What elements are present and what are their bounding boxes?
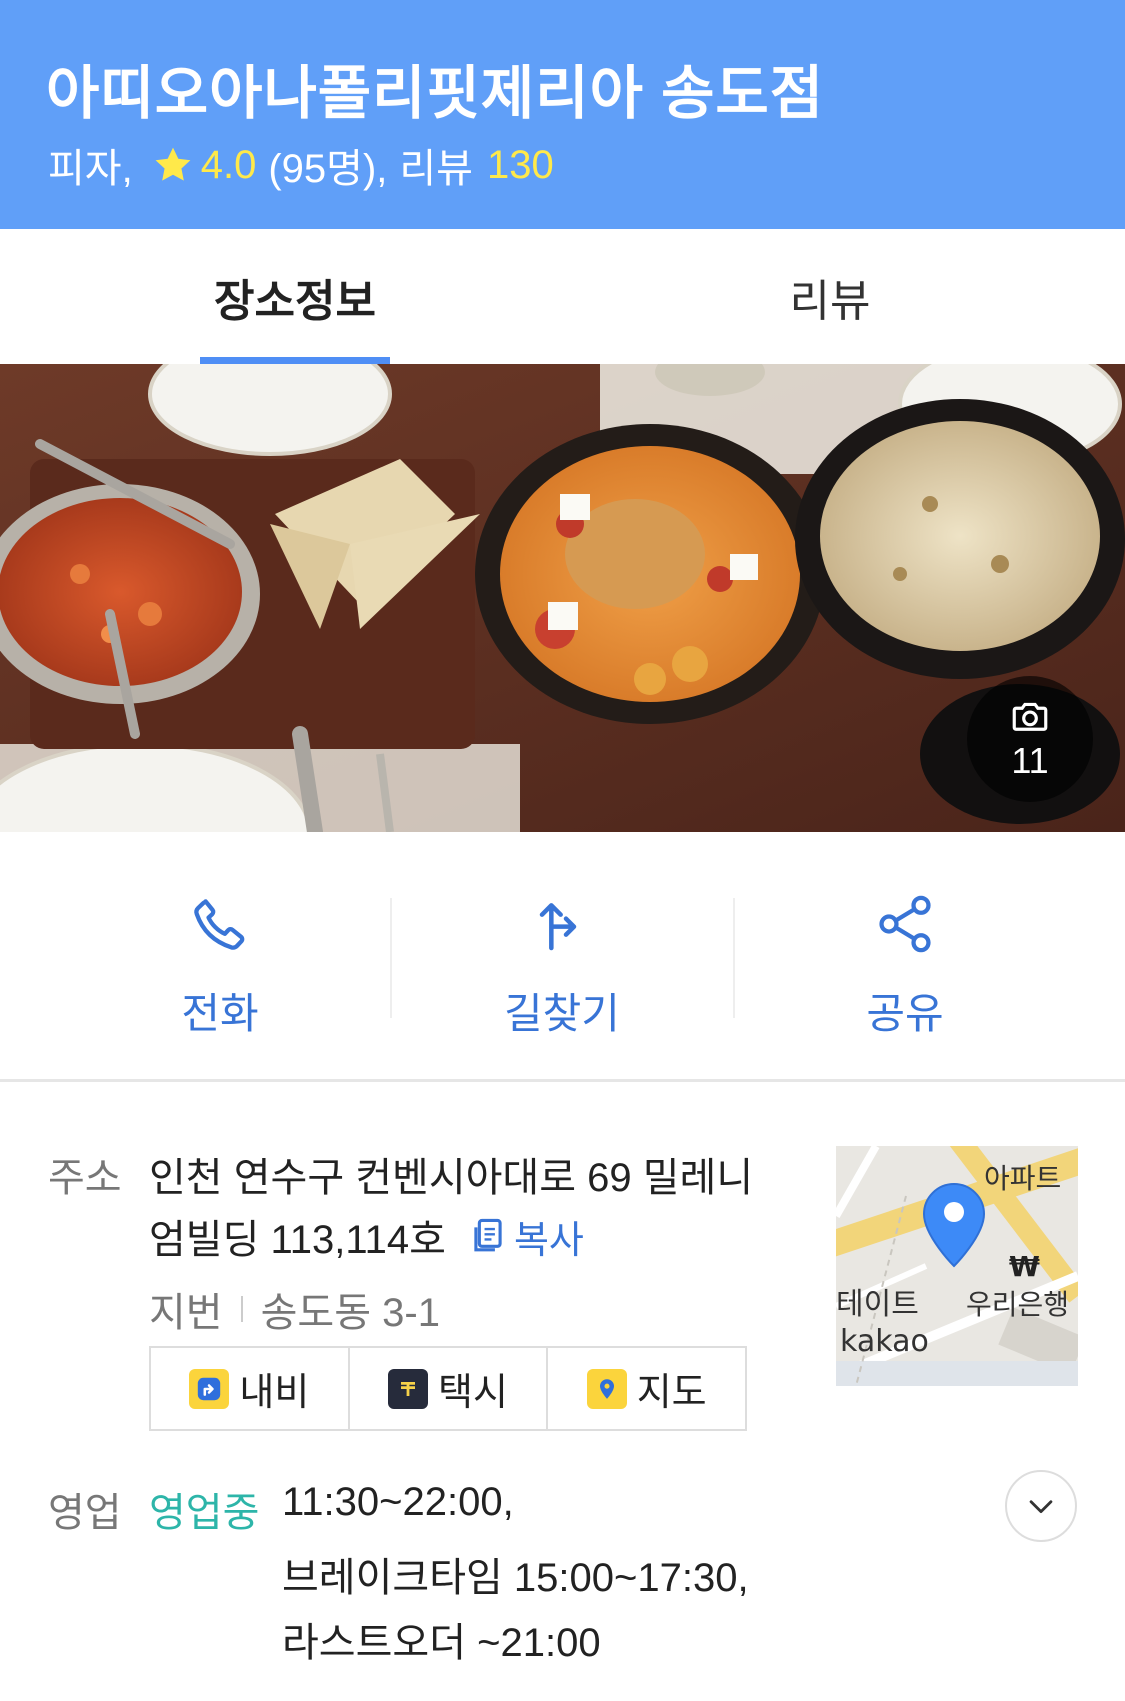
divider [733, 898, 735, 1018]
rating-count: (95명), [268, 147, 388, 191]
taxi-icon [388, 1368, 429, 1409]
map-link-buttons: 내비 택시 지도 [149, 1346, 747, 1431]
address-label: 주소 [48, 1156, 122, 1200]
open-status: 영업중 [149, 1491, 260, 1535]
tab-bar: 장소정보 리뷰 [0, 229, 1125, 364]
hours-line-3: 라스트오더 ~21:00 [282, 1621, 601, 1665]
hours-line-2: 브레이크타임 15:00~17:30, [282, 1556, 749, 1600]
lot-number: 지번 송도동 3-1 [149, 1280, 440, 1338]
mini-map[interactable]: 아파트 테이트 우리은행 kakao ₩ [836, 1146, 1078, 1386]
place-title: 아띠오아나폴리핏제리아 송도점 [46, 61, 825, 126]
map-label-bank: 우리은행 [966, 1288, 1069, 1321]
share-button[interactable]: 공유 [755, 892, 1055, 1041]
hours-line-1: 11:30~22:00, [282, 1480, 514, 1524]
call-label: 전화 [181, 990, 259, 1037]
navi-icon [189, 1368, 230, 1409]
food-photo-illustration [0, 364, 1125, 832]
navi-label: 내비 [239, 1372, 310, 1414]
directions-label: 길찾기 [504, 990, 620, 1037]
tab-place-info[interactable]: 장소정보 [200, 229, 390, 364]
taxi-button[interactable]: 택시 [350, 1348, 549, 1429]
tab-active-indicator [200, 357, 390, 364]
map-label-gate: 테이트 [836, 1287, 919, 1322]
map-label: 지도 [636, 1372, 707, 1414]
map-watermark: kakao [840, 1324, 929, 1359]
copy-address-button[interactable]: 복사 [470, 1209, 584, 1264]
taxi-label: 택시 [438, 1372, 508, 1414]
chevron-down-icon [1029, 1500, 1053, 1514]
share-label: 공유 [866, 990, 944, 1037]
directions-button[interactable]: 길찾기 [412, 892, 712, 1041]
place-meta: 피자, 4.0 (95명), 리뷰 130 [48, 136, 554, 194]
photo-count: 11 [1011, 740, 1049, 781]
copy-icon [474, 1218, 502, 1252]
photo-count-badge[interactable]: 11 [967, 676, 1093, 802]
hours-label: 영업 [48, 1491, 122, 1535]
navi-button[interactable]: 내비 [151, 1348, 350, 1429]
category-text: 피자, [48, 147, 133, 191]
place-photo[interactable]: 11 [0, 364, 1125, 832]
review-count-link[interactable]: 130 [487, 143, 554, 188]
map-button[interactable]: 지도 [548, 1348, 745, 1429]
call-button[interactable]: 전화 [70, 892, 370, 1041]
lot-number-value: 송도동 3-1 [260, 1291, 440, 1335]
place-header: 아띠오아나폴리핏제리아 송도점 피자, 4.0 (95명), 리뷰 130 [0, 0, 1125, 229]
review-label: 리뷰 [399, 147, 473, 191]
map-label-apartment: 아파트 [984, 1162, 1061, 1195]
directions-icon [539, 903, 577, 951]
camera-icon [1012, 702, 1048, 731]
star-icon [151, 143, 195, 187]
copy-label: 복사 [513, 1219, 584, 1262]
address-line-1: 인천 연수구 컨벤시아대로 69 밀레니 [149, 1156, 754, 1200]
phone-icon [194, 899, 245, 950]
tab-reviews[interactable]: 리뷰 [730, 229, 930, 364]
share-icon [879, 895, 931, 953]
action-bar: 전화 길찾기 공유 [0, 832, 1125, 1082]
lot-number-label: 지번 [149, 1291, 223, 1335]
address-line-2: 엄빌딩 113,114호 복사 [149, 1207, 584, 1265]
separator [240, 1296, 243, 1322]
won-symbol: ₩ [1009, 1250, 1040, 1283]
map-pin-icon [586, 1368, 627, 1409]
rating-value: 4.0 [200, 142, 257, 187]
expand-hours-button[interactable] [1005, 1470, 1077, 1542]
map-tile: 아파트 테이트 우리은행 kakao ₩ [836, 1146, 1078, 1386]
address-line-2-text: 엄빌딩 113,114호 [149, 1218, 446, 1262]
divider [390, 898, 392, 1018]
